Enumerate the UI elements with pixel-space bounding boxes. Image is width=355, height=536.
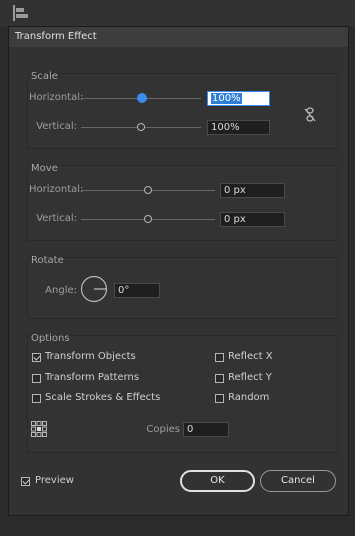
constrain-proportions-icon[interactable] — [304, 107, 316, 123]
reflect-y-checkbox[interactable] — [215, 374, 224, 383]
random-checkbox[interactable] — [215, 394, 224, 403]
scale-vertical-slider-knob[interactable] — [137, 123, 145, 131]
reflect-x-checkbox[interactable] — [215, 353, 224, 362]
transform-objects-checkbox[interactable] — [32, 353, 41, 362]
rotate-title: Rotate — [31, 255, 64, 266]
scale-vertical-label: Vertical: — [36, 121, 77, 132]
align-panel-icon[interactable] — [12, 5, 30, 21]
reflect-x-label: Reflect X — [228, 351, 273, 362]
move-vertical-slider-knob[interactable] — [144, 215, 152, 223]
cancel-button[interactable]: Cancel — [260, 470, 336, 492]
copies-label: Copies — [146, 424, 180, 435]
move-panel: Move Horizontal: 0 px Vertical: 0 px — [27, 163, 338, 241]
move-horizontal-label: Horizontal: — [29, 184, 84, 195]
move-horizontal-slider-knob[interactable] — [144, 186, 152, 194]
transform-effect-dialog: Transform Effect Scale Horizontal: 100% … — [8, 26, 349, 516]
move-title: Move — [31, 163, 58, 174]
angle-input[interactable]: 0° — [114, 283, 160, 298]
transform-patterns-checkbox[interactable] — [32, 374, 41, 383]
copies-input[interactable]: 0 — [183, 422, 229, 437]
scale-horizontal-slider-knob[interactable] — [137, 93, 147, 103]
scale-title: Scale — [31, 71, 58, 82]
dialog-title: Transform Effect — [9, 27, 348, 47]
reference-point-icon[interactable] — [31, 421, 47, 437]
angle-dial-icon[interactable] — [80, 275, 108, 303]
reflect-y-label: Reflect Y — [228, 372, 272, 383]
scale-strokes-label: Scale Strokes & Effects — [45, 392, 161, 403]
scale-strokes-checkbox[interactable] — [32, 394, 41, 403]
preview-checkbox[interactable] — [21, 477, 30, 486]
ok-button[interactable]: OK — [180, 470, 255, 492]
move-vertical-label: Vertical: — [36, 213, 77, 224]
scale-horizontal-input[interactable]: 100% — [207, 91, 270, 106]
angle-label: Angle: — [45, 285, 77, 296]
random-label: Random — [228, 392, 270, 403]
options-panel: Options Transform Objects Transform Patt… — [27, 333, 338, 453]
rotate-panel: Rotate Angle: 0° — [27, 255, 338, 319]
move-horizontal-input[interactable]: 0 px — [220, 183, 285, 198]
transform-patterns-label: Transform Patterns — [45, 372, 140, 383]
scale-panel: Scale Horizontal: 100% Vertical: 100% — [27, 71, 338, 149]
preview-label: Preview — [35, 475, 74, 486]
transform-objects-label: Transform Objects — [45, 351, 136, 362]
options-title: Options — [31, 333, 70, 344]
app-background-toolbar — [0, 0, 355, 26]
scale-vertical-input[interactable]: 100% — [207, 120, 270, 135]
scale-horizontal-label: Horizontal: — [29, 92, 84, 103]
move-vertical-input[interactable]: 0 px — [220, 212, 285, 227]
